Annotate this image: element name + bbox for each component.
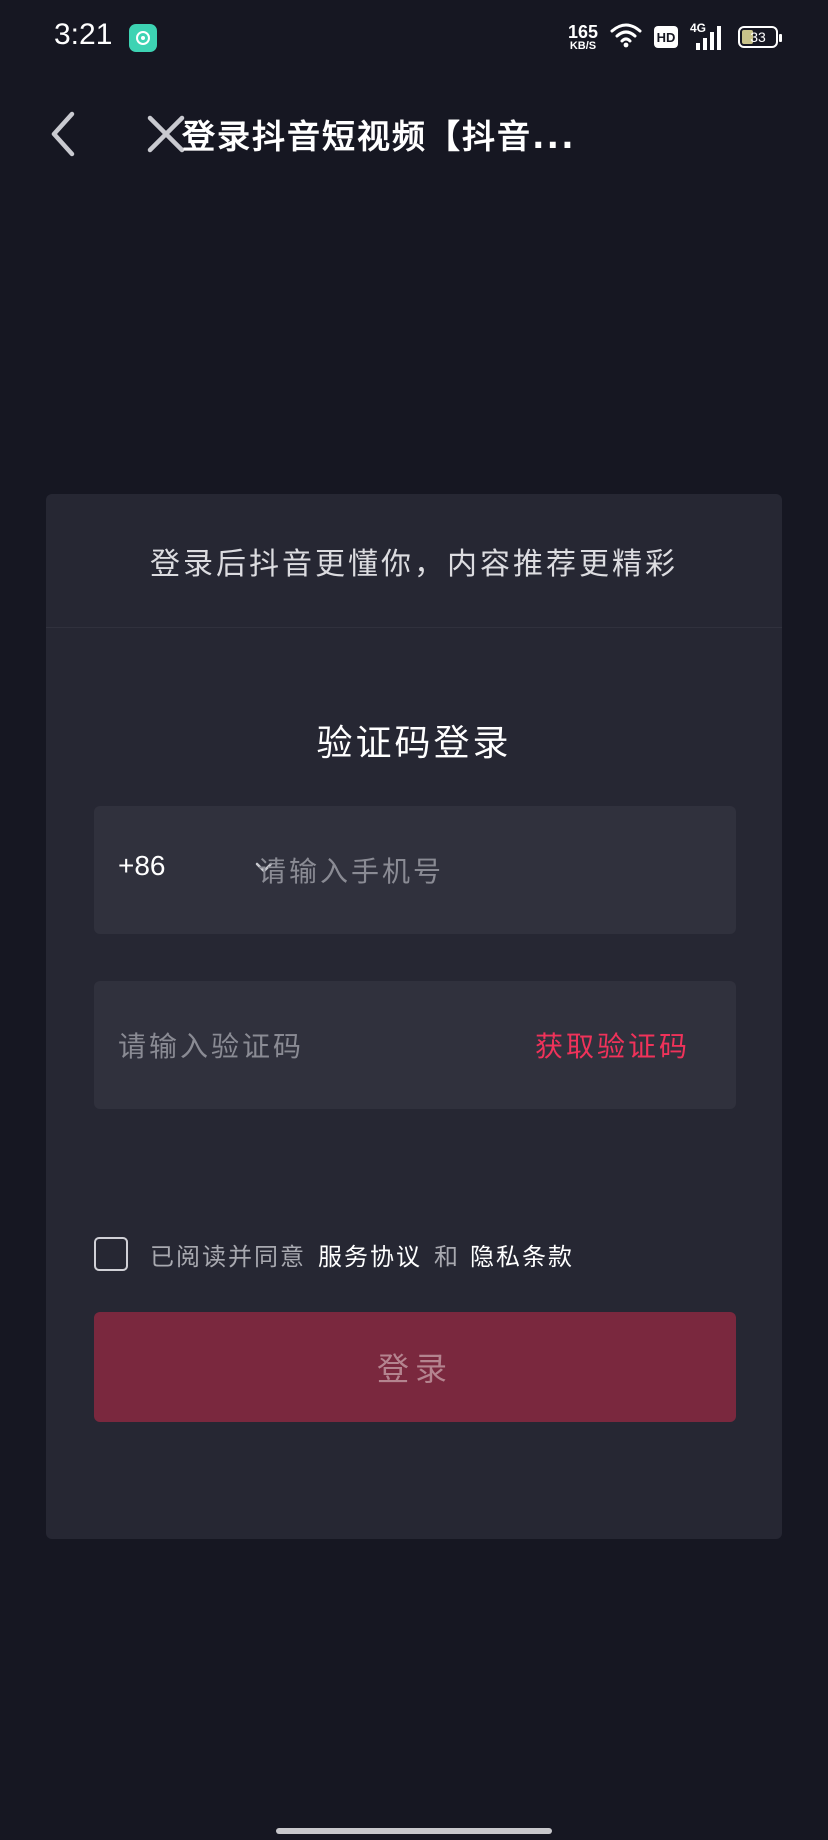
country-code-selector[interactable]: +86 bbox=[118, 850, 166, 882]
login-card: 登录后抖音更懂你，内容推荐更精彩 验证码登录 +86 请输入手机号 请输入验证码… bbox=[46, 494, 782, 1539]
home-indicator[interactable] bbox=[276, 1828, 552, 1834]
network-speed-unit: KB/S bbox=[569, 39, 597, 52]
battery-level: 33 bbox=[750, 29, 766, 45]
login-method-heading: 验证码登录 bbox=[316, 723, 512, 764]
network-speed: 165 KB/S bbox=[568, 23, 598, 52]
hd-badge: HD bbox=[654, 26, 678, 48]
login-benefit-text: 登录后抖音更懂你，内容推荐更精彩 bbox=[46, 494, 782, 628]
back-button[interactable] bbox=[38, 104, 88, 164]
verification-code-input[interactable]: 请输入验证码 bbox=[118, 981, 304, 1109]
network-speed-value: 165 bbox=[567, 21, 598, 42]
privacy-link[interactable]: 隐私条款 bbox=[470, 1237, 574, 1272]
login-button[interactable]: 登录 bbox=[94, 1312, 736, 1422]
page-title: 登录抖音短视频【抖音... bbox=[182, 117, 576, 156]
wifi-icon bbox=[610, 22, 642, 52]
cell-signal: 4G bbox=[690, 21, 726, 51]
status-indicators: 165 KB/S HD 4G 33 bbox=[568, 20, 782, 54]
agreement-checkbox[interactable] bbox=[94, 1237, 128, 1271]
agreement-row: 已阅读并同意 服务协议 和 隐私条款 bbox=[94, 1234, 574, 1274]
verification-code-field: 请输入验证码 获取验证码 bbox=[94, 981, 736, 1109]
agreement-prefix: 已阅读并同意 bbox=[150, 1242, 306, 1271]
phone-input[interactable]: 请输入手机号 bbox=[258, 806, 444, 934]
terms-link[interactable]: 服务协议 bbox=[318, 1237, 422, 1272]
app-notification-icon bbox=[129, 24, 157, 52]
agreement-and: 和 bbox=[434, 1242, 458, 1271]
close-icon bbox=[147, 115, 185, 153]
battery-indicator: 33 bbox=[738, 26, 782, 48]
status-time: 3:21 bbox=[54, 18, 113, 51]
get-code-button[interactable]: 获取验证码 bbox=[535, 981, 690, 1109]
status-bar: 3:21 165 KB/S HD 4G 33 bbox=[0, 0, 828, 74]
phone-field: +86 请输入手机号 bbox=[94, 806, 736, 934]
chevron-left-icon bbox=[51, 111, 75, 157]
signal-bars-icon bbox=[696, 26, 721, 50]
